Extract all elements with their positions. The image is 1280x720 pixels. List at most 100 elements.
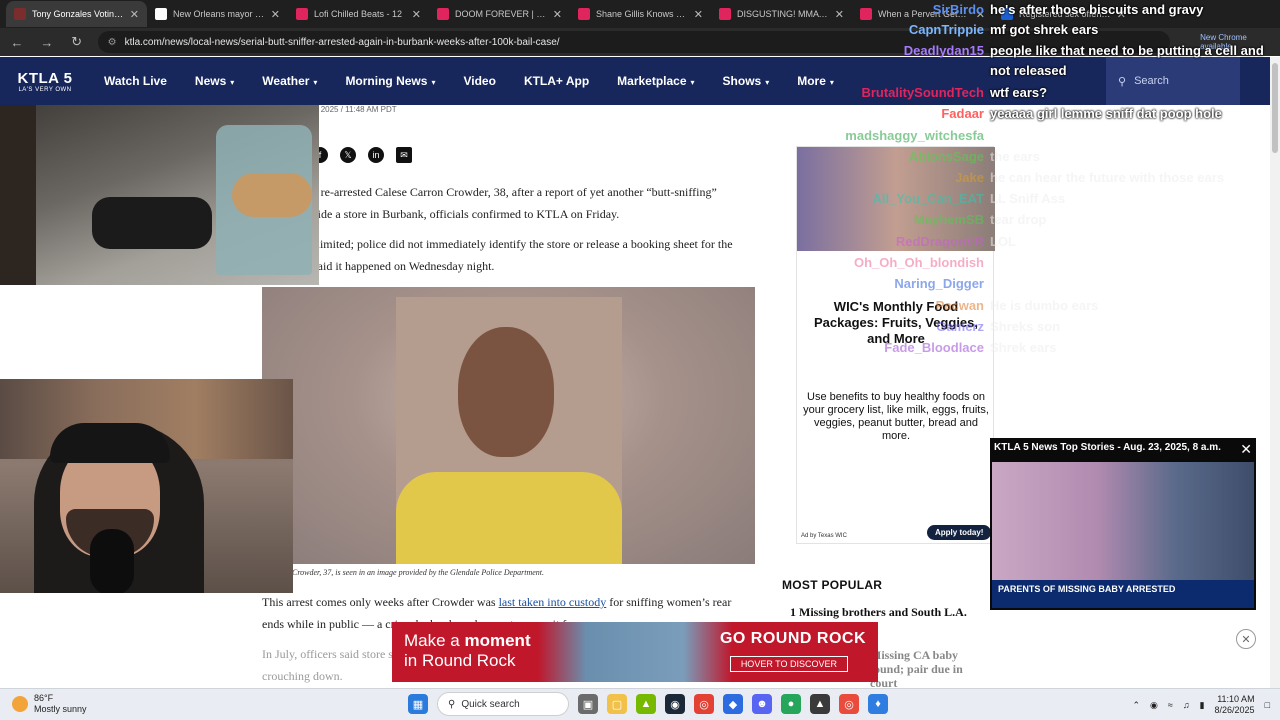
article-paragraph: Details are limited; police did not imme… bbox=[262, 237, 733, 273]
video-frame[interactable]: PARENTS OF MISSING BABY ARRESTED bbox=[992, 462, 1254, 608]
tab-close-icon[interactable]: ✕ bbox=[412, 8, 421, 21]
chevron-down-icon: ▾ bbox=[829, 78, 834, 87]
sun-icon bbox=[12, 696, 28, 712]
temperature: 86°F bbox=[34, 693, 54, 703]
tab-close-icon[interactable]: ✕ bbox=[1117, 8, 1126, 21]
tab-title: DOOM FOREVER | HEAVIE bbox=[455, 9, 547, 19]
nav-item[interactable]: News ▾ bbox=[181, 74, 248, 88]
nav-item[interactable]: Video bbox=[449, 74, 509, 88]
page-scrollbar[interactable] bbox=[1270, 57, 1280, 688]
site-info-icon[interactable]: ⚙ bbox=[108, 37, 117, 48]
notification-icon[interactable]: □ bbox=[1265, 700, 1270, 710]
browser-tab[interactable]: New Orleans mayor and t ✕ bbox=[147, 1, 288, 27]
back-icon[interactable]: ← bbox=[8, 35, 26, 50]
custody-link[interactable]: last taken into custody bbox=[499, 595, 607, 609]
para-text: This arrest comes only weeks after Crowd… bbox=[262, 595, 499, 609]
tab-close-icon[interactable]: ✕ bbox=[553, 8, 562, 21]
email-icon[interactable]: ✉ bbox=[396, 147, 412, 163]
nav-item[interactable]: Weather ▾ bbox=[248, 74, 331, 88]
weather-widget[interactable]: 86°F Mostly sunny bbox=[12, 693, 87, 715]
browser-tab[interactable]: Registered sex offender a ✕ bbox=[993, 1, 1134, 27]
article-body: Posted: Aug 23, 2025 / 11:48 AM PDT f 𝕏 … bbox=[262, 105, 762, 683]
url-field[interactable]: ⚙ ktla.com/news/local-news/serial-butt-s… bbox=[97, 31, 1171, 53]
nav-item[interactable]: Morning News ▾ bbox=[331, 74, 449, 88]
most-popular-item[interactable]: Missing CA baby found; pair due in court bbox=[870, 648, 980, 690]
browser-tab[interactable]: Lofi Chilled Beats - 12 ✕ bbox=[288, 1, 429, 27]
tab-title: Registered sex offender a bbox=[1019, 9, 1111, 19]
site-search[interactable]: ⚲ Search bbox=[1106, 57, 1240, 105]
chat-text: He is dumbo ears bbox=[990, 297, 1099, 313]
tab-close-icon[interactable]: ✕ bbox=[130, 8, 139, 21]
task-view-icon[interactable]: ▣ bbox=[578, 694, 598, 714]
nav-item[interactable]: Watch Live bbox=[90, 74, 181, 88]
nav-item[interactable]: More ▾ bbox=[783, 74, 848, 88]
tab-title: Shane Gillis Knows Cars!! bbox=[596, 9, 688, 19]
tab-close-icon[interactable]: ✕ bbox=[976, 8, 985, 21]
tab-favicon-icon bbox=[155, 8, 167, 20]
nvidia-icon[interactable]: ▲ bbox=[636, 694, 656, 714]
logo-text: KTLA 5 bbox=[17, 69, 73, 87]
sidebar-ad[interactable]: WIC's Monthly Food Packages: Fruits, Veg… bbox=[796, 146, 995, 544]
ad-text-bold: moment bbox=[464, 631, 531, 650]
nav-item-label: Weather bbox=[262, 74, 310, 88]
nav-item[interactable]: KTLA+ App bbox=[510, 74, 603, 88]
ad-sponsor: Ad by Texas WIC bbox=[801, 533, 847, 539]
chat-text: yeaaaa girl lemme sniff dat poop hole bbox=[990, 105, 1222, 121]
reload-icon[interactable]: ↻ bbox=[68, 34, 86, 50]
taskbar-search-label: Quick search bbox=[461, 698, 520, 710]
clock[interactable]: 11:10 AM 8/26/2025 bbox=[1215, 694, 1255, 716]
ad-image bbox=[797, 147, 995, 251]
bottom-banner-ad[interactable]: Make a moment in Round Rock GO ROUND ROC… bbox=[392, 622, 878, 682]
ad-title: WIC's Monthly Food Packages: Fruits, Veg… bbox=[813, 299, 979, 346]
battery-icon[interactable]: ▮ bbox=[1200, 700, 1205, 711]
app-icon[interactable]: ◆ bbox=[723, 694, 743, 714]
windows-start-icon[interactable]: ▦ bbox=[408, 694, 428, 714]
app-blue-icon[interactable]: ♦ bbox=[868, 694, 888, 714]
linkedin-icon[interactable]: in bbox=[368, 147, 384, 163]
discord-icon[interactable]: ☻ bbox=[752, 694, 772, 714]
nav-item[interactable]: Shows ▾ bbox=[709, 74, 784, 88]
chrome-update-badge[interactable]: New Chrome available bbox=[1200, 33, 1280, 51]
ktla-logo[interactable]: KTLA 5 LA'S VERY OWN bbox=[0, 57, 90, 105]
chevron-up-icon[interactable]: ⌃ bbox=[1132, 700, 1140, 711]
nav-item[interactable]: Marketplace ▾ bbox=[603, 74, 708, 88]
tab-favicon-icon bbox=[860, 8, 872, 20]
chat-message: madshaggy_witchesfa bbox=[830, 126, 1280, 144]
ad-cta-button[interactable]: HOVER TO DISCOVER bbox=[729, 656, 848, 672]
chrome-icon[interactable]: ◎ bbox=[694, 694, 714, 714]
scrollbar-thumb[interactable] bbox=[1272, 63, 1278, 153]
wifi-icon[interactable]: ≈ bbox=[1168, 700, 1173, 710]
steam-icon[interactable]: ◉ bbox=[665, 694, 685, 714]
app-dark-icon[interactable]: ▲ bbox=[810, 694, 830, 714]
taskbar-search[interactable]: ⚲ Quick search bbox=[437, 692, 569, 716]
nav-item-label: KTLA+ App bbox=[523, 74, 590, 88]
apply-button[interactable]: Apply today! bbox=[927, 525, 992, 540]
browser-tab[interactable]: DISGUSTING! MMA Fighte ✕ bbox=[711, 1, 852, 27]
share-bar: f 𝕏 in ✉ bbox=[312, 147, 412, 163]
windows-taskbar: 86°F Mostly sunny ▦ ⚲ Quick search ▣ ▢ ▲… bbox=[0, 688, 1280, 720]
site-navigation: KTLA 5 LA'S VERY OWN Watch Live News ▾ Weat… bbox=[0, 57, 1270, 105]
app-green-icon[interactable]: ● bbox=[781, 694, 801, 714]
close-icon[interactable]: ✕ bbox=[1240, 441, 1252, 458]
tab-close-icon[interactable]: ✕ bbox=[694, 8, 703, 21]
network-icon[interactable]: ◉ bbox=[1150, 700, 1158, 711]
close-ad-icon[interactable]: ✕ bbox=[1236, 629, 1256, 649]
browser-tab[interactable]: Tony Gonzales Voting Rec ✕ bbox=[6, 1, 147, 27]
tab-favicon-icon bbox=[1001, 8, 1013, 20]
browser-tab[interactable]: When a Pervert Gets Caug ✕ bbox=[852, 1, 993, 27]
clock-time: 11:10 AM bbox=[1217, 694, 1255, 704]
browser-tab[interactable]: DOOM FOREVER | HEAVIE ✕ bbox=[429, 1, 570, 27]
chat-username: madshaggy_witchesfa bbox=[845, 127, 984, 143]
lower-third-text: PARENTS OF MISSING BABY ARRESTED bbox=[998, 584, 1176, 594]
tab-close-icon[interactable]: ✕ bbox=[835, 8, 844, 21]
browser-tab[interactable]: Shane Gillis Knows Cars!! ✕ bbox=[570, 1, 711, 27]
forward-icon[interactable]: → bbox=[38, 35, 56, 50]
tab-close-icon[interactable]: ✕ bbox=[271, 8, 280, 21]
file-explorer-icon[interactable]: ▢ bbox=[607, 694, 627, 714]
search-icon: ⚲ bbox=[1118, 75, 1127, 88]
chrome-active-icon[interactable]: ◎ bbox=[839, 694, 859, 714]
video-popup[interactable]: KTLA 5 News Top Stories - Aug. 23, 2025,… bbox=[990, 438, 1256, 610]
x-icon[interactable]: 𝕏 bbox=[340, 147, 356, 163]
volume-icon[interactable]: ♫ bbox=[1183, 700, 1190, 710]
chat-username: Fadaar bbox=[941, 105, 984, 121]
